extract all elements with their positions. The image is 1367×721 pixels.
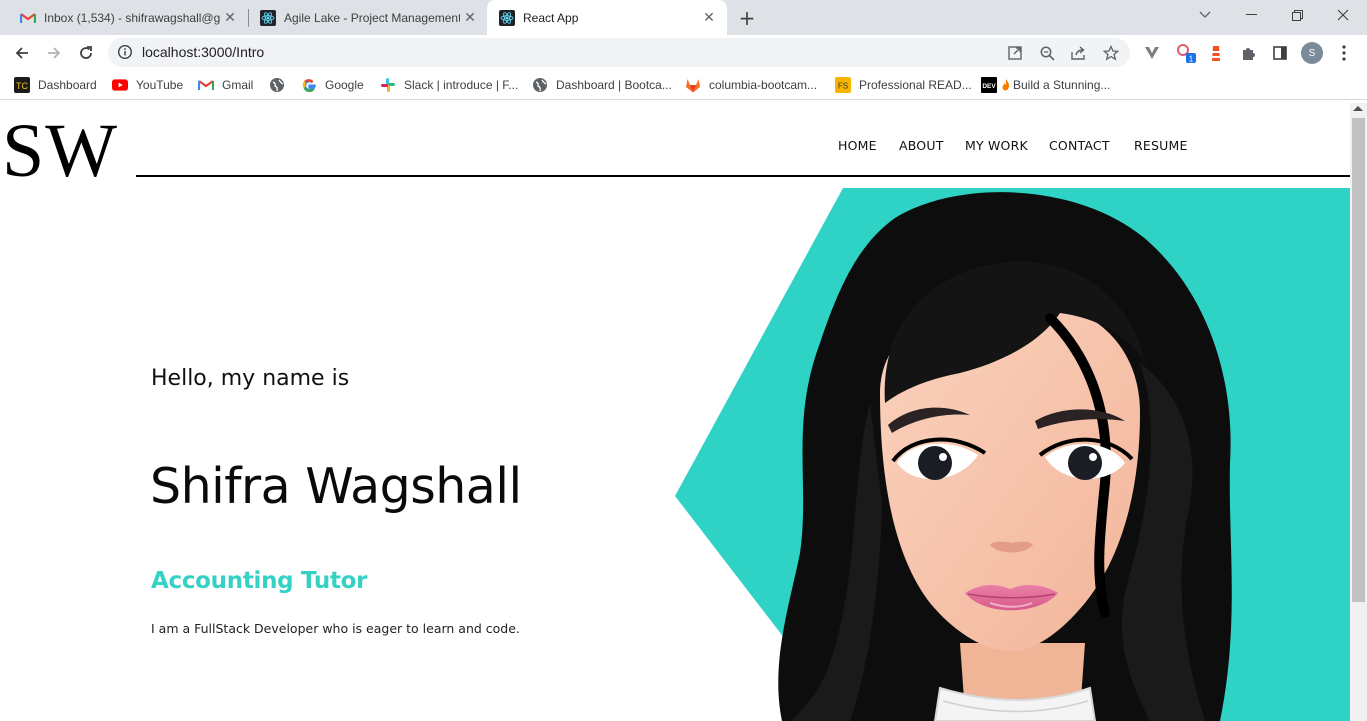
bookmark-label: columbia-bootcam... bbox=[709, 78, 818, 92]
bookmark-google[interactable]: Google bbox=[301, 76, 364, 94]
close-tab-icon[interactable]: ✕ bbox=[699, 8, 719, 28]
bookmark-label: Gmail bbox=[222, 78, 254, 92]
youtube-icon bbox=[112, 77, 128, 93]
bookmark-label: Dashboard | Bootca... bbox=[556, 78, 672, 92]
browser-toolbar: localhost:3000/Intro 1 S bbox=[0, 35, 1367, 70]
minimize-button[interactable] bbox=[1228, 0, 1274, 30]
react-icon bbox=[499, 9, 515, 26]
bookmark-label: Professional READ... bbox=[859, 78, 972, 92]
tab-gmail[interactable]: Inbox (1,534) - shifrawagshall@g ✕ bbox=[8, 0, 248, 35]
extension-badge-count: 1 bbox=[1189, 55, 1194, 64]
nav-my-work[interactable]: MY WORK bbox=[965, 138, 1028, 153]
extension-badge-icon[interactable]: 1 bbox=[1172, 39, 1200, 67]
bookmark-label: Slack | introduce | F... bbox=[404, 78, 519, 92]
vivaldi-extension-icon[interactable] bbox=[1138, 39, 1166, 67]
bookmark-bootcamp-dashboard[interactable]: Dashboard | Bootca... bbox=[532, 76, 672, 94]
svg-text:DEV: DEV bbox=[982, 83, 996, 90]
site-info-icon[interactable] bbox=[117, 44, 133, 60]
globe-icon bbox=[532, 77, 548, 93]
hero-description: I am a FullStack Developer who is eager … bbox=[151, 621, 520, 636]
scroll-up-arrow-icon[interactable] bbox=[1353, 106, 1363, 111]
close-window-button[interactable] bbox=[1320, 0, 1366, 30]
close-tab-icon[interactable]: ✕ bbox=[220, 8, 240, 28]
new-tab-button[interactable]: + bbox=[735, 6, 759, 30]
address-bar[interactable]: localhost:3000/Intro bbox=[108, 38, 1130, 67]
globe-icon bbox=[269, 77, 285, 93]
open-in-app-icon[interactable] bbox=[1006, 44, 1024, 62]
tab-title: React App bbox=[523, 10, 579, 25]
bookmark-slack[interactable]: Slack | introduce | F... bbox=[380, 76, 518, 94]
google-icon bbox=[301, 77, 317, 93]
page-viewport: SW HOME ABOUT MY WORK CONTACT RESUME Hel… bbox=[0, 103, 1350, 721]
react-icon bbox=[260, 9, 276, 26]
svg-text:TC: TC bbox=[16, 81, 28, 91]
slack-icon bbox=[380, 77, 396, 93]
tab-title: Agile Lake - Project Management bbox=[284, 10, 460, 25]
bookmark-label: Build a Stunning... bbox=[1013, 78, 1111, 92]
bookmark-label: Google bbox=[325, 78, 364, 92]
tab-react-app[interactable]: React App ✕ bbox=[487, 0, 727, 35]
profile-avatar[interactable]: S bbox=[1301, 42, 1323, 64]
reload-button[interactable] bbox=[72, 39, 100, 67]
url-text: localhost:3000/Intro bbox=[142, 44, 265, 60]
tab-title: Inbox (1,534) - shifrawagshall@g bbox=[44, 10, 220, 25]
tab-strip: Inbox (1,534) - shifrawagshall@g ✕ Agile… bbox=[0, 0, 1367, 35]
bookmark-gmail[interactable]: Gmail bbox=[198, 76, 253, 94]
tc-icon: TC bbox=[14, 77, 30, 93]
scrollbar-thumb[interactable] bbox=[1352, 118, 1365, 602]
hero-role: Accounting Tutor bbox=[151, 568, 368, 594]
bookmark-readme[interactable]: FS Professional READ... bbox=[835, 76, 972, 94]
nav-about[interactable]: ABOUT bbox=[899, 138, 944, 153]
close-tab-icon[interactable]: ✕ bbox=[460, 8, 480, 28]
restore-button[interactable] bbox=[1274, 0, 1320, 30]
bookmark-gitlab[interactable]: columbia-bootcam... bbox=[685, 76, 817, 94]
hero-name: Shifra Wagshall bbox=[150, 458, 522, 515]
lighthouse-extension-icon[interactable] bbox=[1202, 39, 1230, 67]
zoom-icon[interactable] bbox=[1038, 44, 1056, 62]
tab-search-icon[interactable] bbox=[1182, 0, 1228, 30]
hero-greeting: Hello, my name is bbox=[151, 366, 350, 391]
menu-kebab-icon[interactable] bbox=[1330, 39, 1358, 67]
fs-icon: FS bbox=[835, 77, 851, 93]
extensions-puzzle-icon[interactable] bbox=[1234, 39, 1262, 67]
gmail-icon bbox=[198, 77, 214, 93]
nav-resume[interactable]: RESUME bbox=[1134, 138, 1188, 153]
nav-contact[interactable]: CONTACT bbox=[1049, 138, 1110, 153]
bookmark-dashboard[interactable]: TC Dashboard bbox=[14, 76, 97, 94]
nav-home[interactable]: HOME bbox=[838, 138, 877, 153]
dev-icon: DEV bbox=[981, 77, 997, 93]
gitlab-icon bbox=[685, 77, 701, 93]
bookmark-star-icon[interactable] bbox=[1102, 44, 1120, 62]
fire-icon bbox=[1001, 77, 1011, 93]
forward-button[interactable] bbox=[40, 39, 68, 67]
share-icon[interactable] bbox=[1070, 44, 1088, 62]
svg-text:FS: FS bbox=[838, 82, 848, 91]
bookmark-label: Dashboard bbox=[38, 78, 97, 92]
tab-agile-lake[interactable]: Agile Lake - Project Management ✕ bbox=[248, 0, 488, 35]
gmail-icon bbox=[20, 10, 36, 26]
bookmark-label: YouTube bbox=[136, 78, 184, 92]
bookmark-youtube[interactable]: YouTube bbox=[112, 76, 183, 94]
back-button[interactable] bbox=[8, 39, 36, 67]
bookmarks-bar: TC Dashboard YouTube Gmail Google Slack … bbox=[0, 70, 1367, 100]
bookmark-dev[interactable]: DEV Build a Stunning... bbox=[981, 76, 1110, 94]
side-panel-icon[interactable] bbox=[1266, 39, 1294, 67]
header-divider bbox=[136, 175, 1350, 177]
site-logo[interactable]: SW bbox=[2, 111, 118, 191]
bookmark-globe[interactable] bbox=[269, 76, 293, 94]
